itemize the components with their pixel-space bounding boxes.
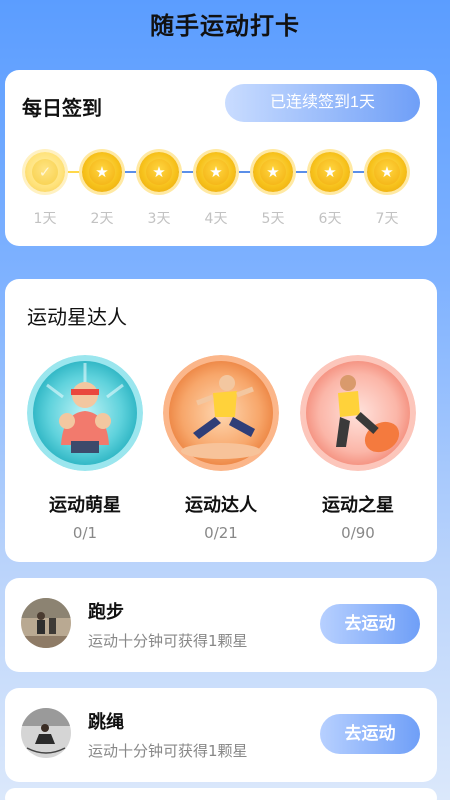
go-exercise-button[interactable]: 去运动 [320, 604, 420, 644]
star-icon: ★ [89, 159, 115, 185]
exercise-card-running[interactable]: 跑步 运动十分钟可获得1颗星 去运动 [5, 578, 437, 672]
exercise-desc: 运动十分钟可获得1颗星 [88, 632, 248, 650]
star-icon: ★ [203, 159, 229, 185]
star-badge-icon[interactable] [300, 355, 416, 471]
checkin-day-2-coin[interactable]: ★ [82, 152, 122, 192]
badge-count: 0/21 [204, 524, 238, 542]
checkin-day-5-coin[interactable]: ★ [253, 152, 293, 192]
checkin-day-6-coin[interactable]: ★ [310, 152, 350, 192]
exercise-name: 跑步 [88, 602, 124, 623]
star-icon: ★ [374, 159, 400, 185]
running-thumbnail [21, 598, 71, 648]
streak-button[interactable]: 已连续签到1天 [225, 84, 420, 122]
checkin-title: 每日签到 [22, 96, 102, 120]
stars-title: 运动星达人 [27, 305, 127, 329]
badge-name: 运动达人 [185, 495, 257, 516]
day-label: 3天 [147, 211, 171, 227]
badge-name: 运动萌星 [49, 495, 121, 516]
checkin-day-3-coin[interactable]: ★ [139, 152, 179, 192]
day-label: 6天 [318, 211, 342, 227]
badge-count: 0/90 [341, 524, 375, 542]
rope-skipping-thumbnail [21, 708, 71, 758]
expert-badge-icon[interactable] [163, 355, 279, 471]
sports-star-card: 运动星达人 运动萌星 0/1 运动达人 0/21 运动之星 0/90 [5, 279, 437, 562]
star-icon: ★ [260, 159, 286, 185]
page-title: 随手运动打卡 [150, 12, 300, 40]
day-label: 4天 [204, 211, 228, 227]
exercise-desc: 运动十分钟可获得1颗星 [88, 742, 248, 760]
exercise-card-rope-skipping[interactable]: 跳绳 运动十分钟可获得1颗星 去运动 [5, 688, 437, 782]
exercise-name: 跳绳 [88, 712, 124, 733]
checkin-coin-row: ✓ ★ ★ ★ ★ ★ ★ [5, 152, 437, 192]
check-icon: ✓ [32, 159, 58, 185]
day-label: 2天 [90, 211, 114, 227]
day-label: 1天 [33, 211, 57, 227]
day-label: 7天 [375, 211, 399, 227]
day-label: 5天 [261, 211, 285, 227]
star-icon: ★ [317, 159, 343, 185]
cute-star-badge-icon[interactable] [27, 355, 143, 471]
star-icon: ★ [146, 159, 172, 185]
badge-count: 0/1 [72, 524, 98, 542]
go-exercise-button[interactable]: 去运动 [320, 714, 420, 754]
checkin-day-4-coin[interactable]: ★ [196, 152, 236, 192]
checkin-day-1-coin[interactable]: ✓ [25, 152, 65, 192]
badge-name: 运动之星 [322, 495, 394, 516]
checkin-day-7-coin[interactable]: ★ [367, 152, 407, 192]
daily-checkin-card: 每日签到 已连续签到1天 ✓ ★ ★ ★ ★ ★ ★ 1天 2天 3天 4天 5… [5, 70, 437, 246]
exercise-card-next[interactable] [5, 788, 437, 800]
